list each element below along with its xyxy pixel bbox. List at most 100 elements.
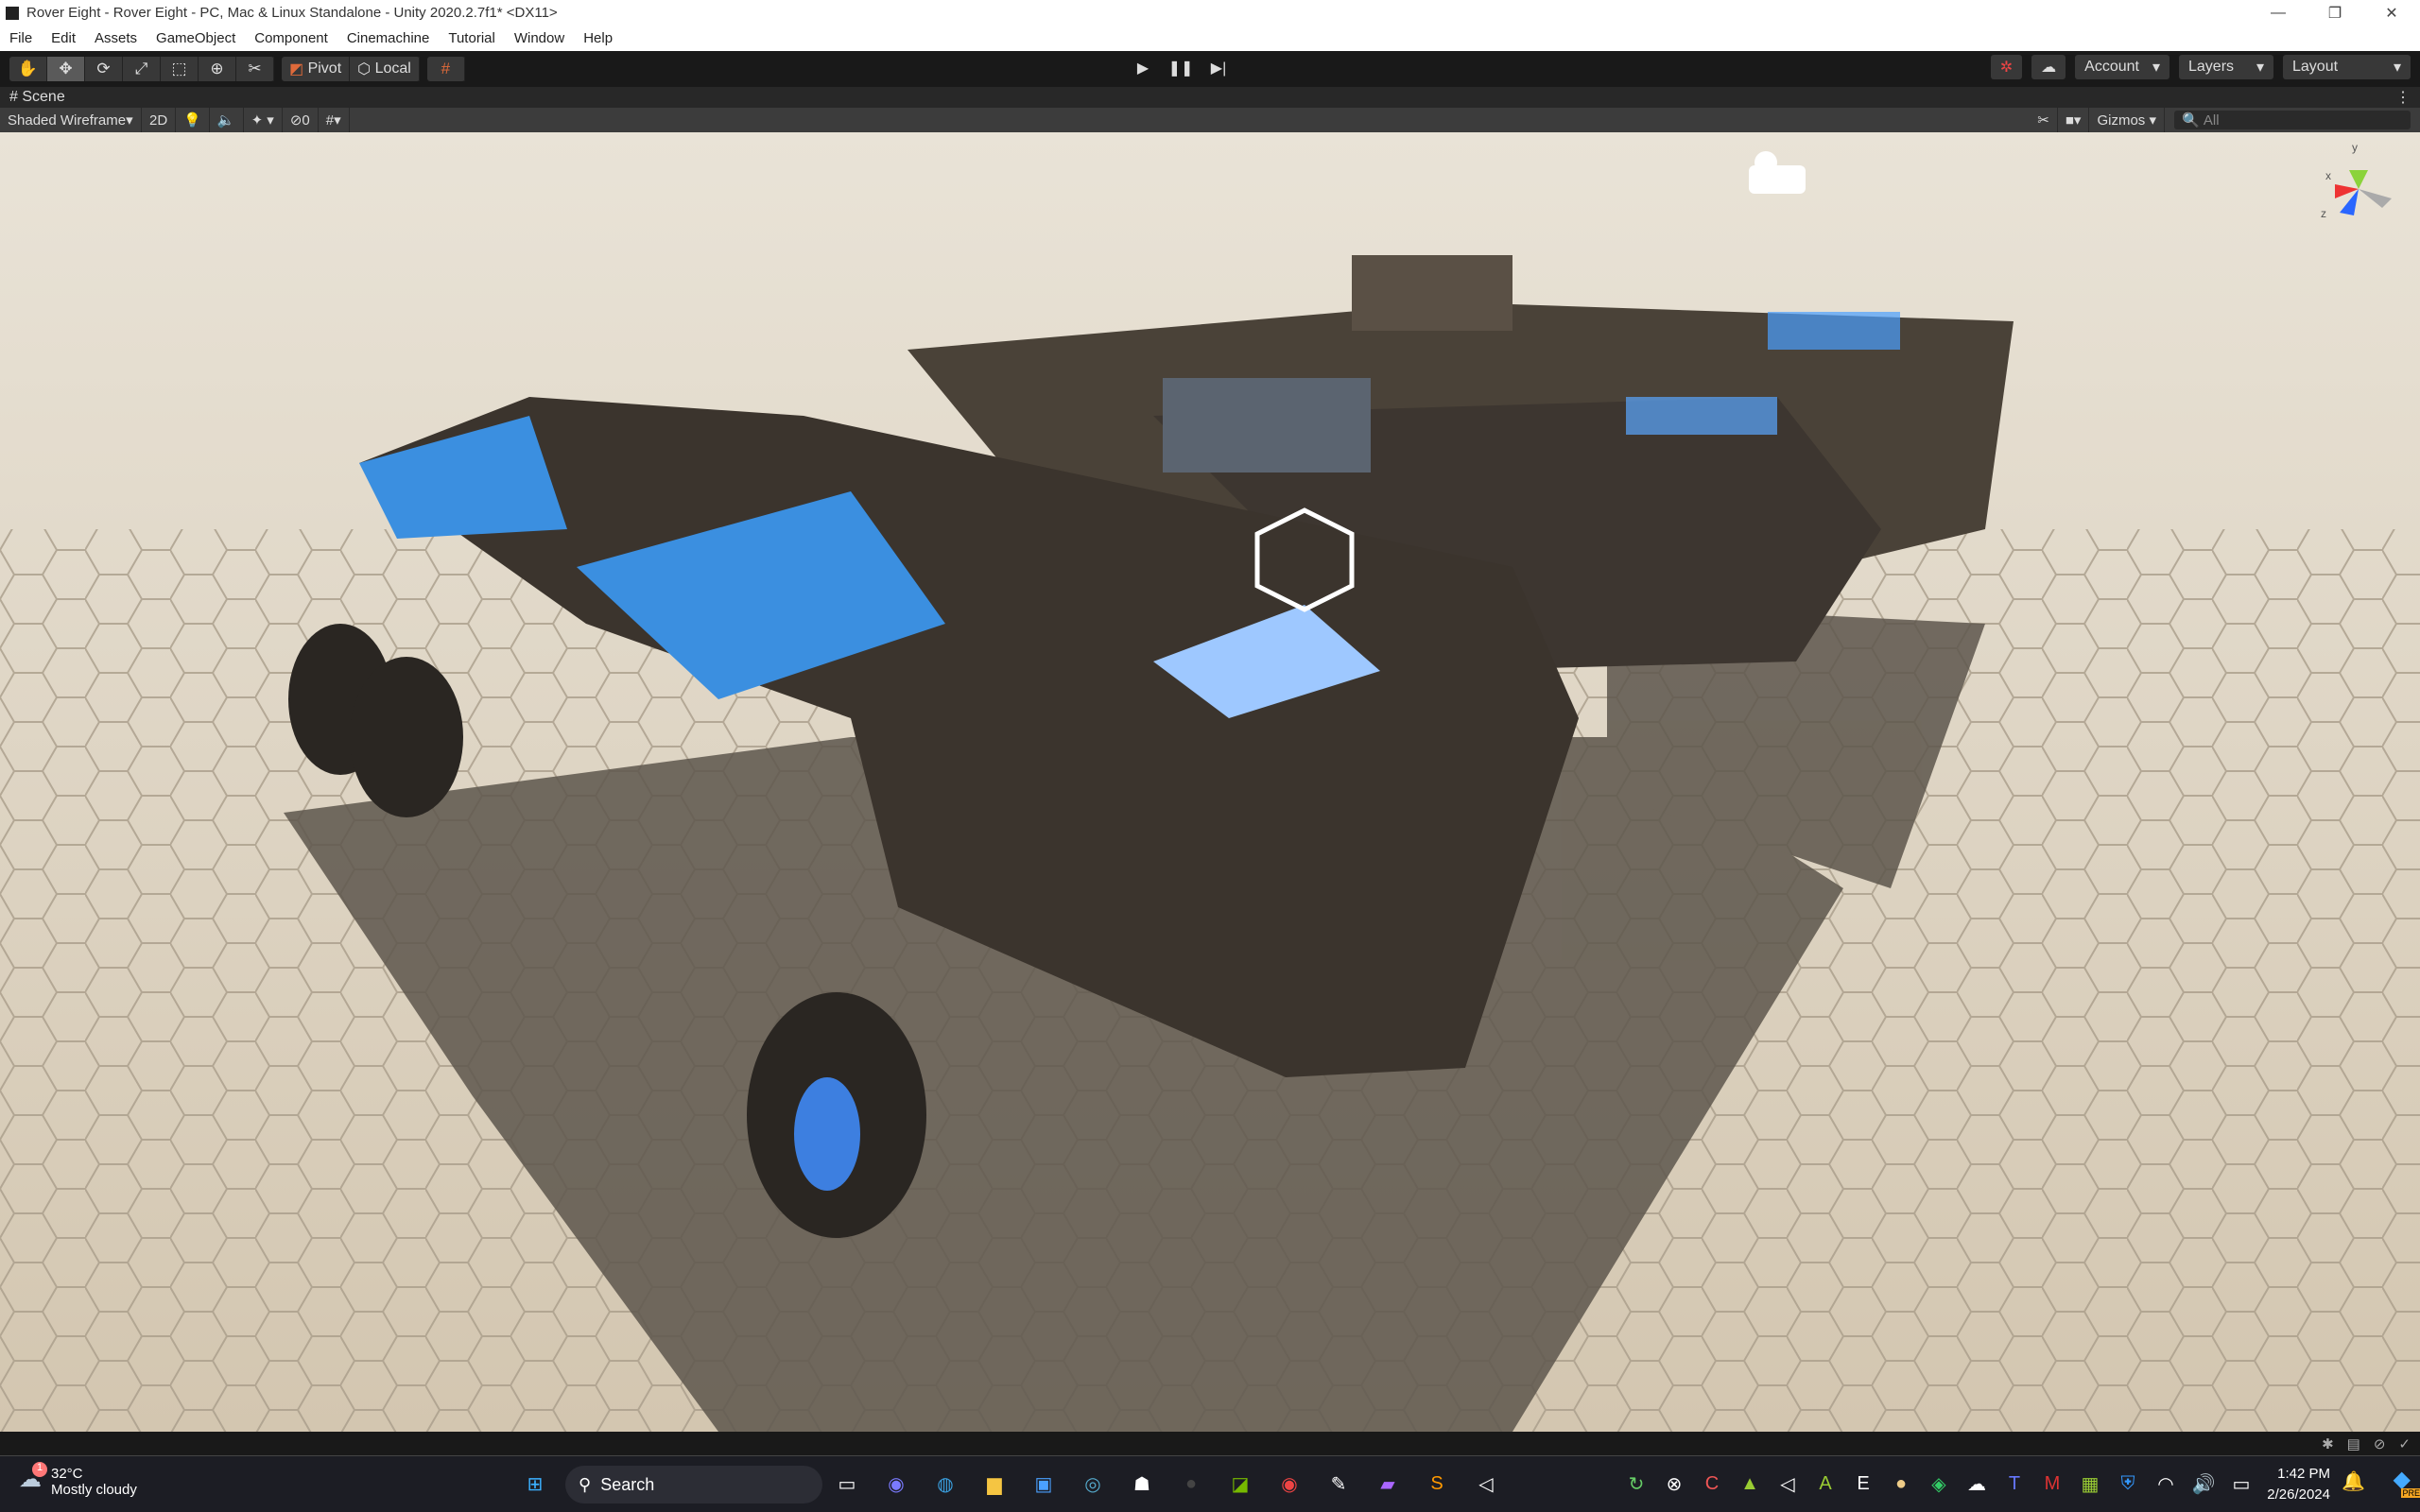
battery-icon[interactable]: ▭ (2226, 1468, 2256, 1500)
app-icon[interactable]: ● (1176, 1468, 1206, 1500)
hand-tool-icon[interactable]: ✋ (9, 57, 47, 81)
effects-dropdown-icon[interactable]: ✦ ▾ (244, 108, 283, 132)
file-explorer-icon[interactable]: ▆ (979, 1468, 1010, 1500)
audio-toggle-icon[interactable]: 🔈 (210, 108, 244, 132)
weather-tray-icon[interactable]: ● (1886, 1468, 1916, 1500)
monitor-app-icon[interactable]: ▦ (2075, 1468, 2105, 1500)
draw-mode-label: Shaded Wireframe (8, 112, 127, 129)
bug-icon[interactable]: ✱ (2322, 1435, 2334, 1452)
account-dropdown[interactable]: Account ▾ (2075, 55, 2169, 79)
close-button[interactable]: ✕ (2363, 0, 2420, 26)
rotate-tool-icon[interactable]: ⟳ (85, 57, 123, 81)
earth-app-icon[interactable]: ◎ (1078, 1468, 1108, 1500)
menu-assets[interactable]: Assets (85, 30, 147, 46)
pivot-icon: ◩ (289, 61, 304, 77)
notification-bell-icon[interactable]: 🔔 (2342, 1469, 2365, 1493)
menu-cinemachine[interactable]: Cinemachine (337, 30, 440, 46)
menu-file[interactable]: File (0, 30, 42, 46)
cloud-button[interactable]: ☁ (2031, 55, 2066, 79)
play-button[interactable]: ▶ (1125, 55, 1161, 81)
onedrive-icon[interactable]: ☁ (1962, 1468, 1992, 1500)
menu-help[interactable]: Help (574, 30, 622, 46)
nvidia-icon[interactable]: ◪ (1225, 1468, 1255, 1500)
local-label: Local (374, 60, 411, 77)
ccleaner-icon[interactable]: C (1697, 1468, 1727, 1500)
pivot-label: Pivot (307, 60, 342, 77)
axis-y-label: y (2352, 141, 2358, 154)
lighting-toggle-icon[interactable]: 💡 (176, 108, 210, 132)
window-title: Rover Eight - Rover Eight - PC, Mac & Li… (26, 5, 558, 21)
scene-toolbar: Shaded Wireframe ▾ 2D 💡 🔈 ✦ ▾ ⊘ 0 #▾ ✂ ■▾ … (0, 108, 2420, 132)
grid-snap-dropdown-icon[interactable]: #▾ (319, 108, 350, 132)
chrome-icon[interactable]: ◉ (1274, 1468, 1305, 1500)
teams-chat-icon[interactable]: ◉ (881, 1468, 911, 1500)
vpn-icon[interactable]: ◈ (1924, 1468, 1954, 1500)
epic-games-icon[interactable]: E (1848, 1468, 1878, 1500)
menu-window[interactable]: Window (505, 30, 574, 46)
scene-search-input[interactable]: 🔍 All (2174, 111, 2411, 129)
layers-dropdown[interactable]: Layers ▾ (2179, 55, 2273, 79)
move-tool-icon[interactable]: ✥ (47, 57, 85, 81)
menu-gameobject[interactable]: GameObject (147, 30, 245, 46)
weather-condition: Mostly cloudy (51, 1482, 137, 1498)
scene-viewport[interactable]: y x z (0, 132, 2420, 1432)
camera-dropdown-icon[interactable]: ■▾ (2058, 108, 2090, 132)
windows-start-icon[interactable]: ⊞ (520, 1468, 550, 1500)
unity-hub-icon[interactable]: ◁ (1772, 1468, 1803, 1500)
chevron-down-icon: ▾ (2256, 60, 2264, 76)
weather-widget[interactable]: ☁ 1 32°C Mostly cloudy (19, 1462, 137, 1498)
ea-icon[interactable]: A (1810, 1468, 1841, 1500)
restore-button[interactable]: ❐ (2307, 0, 2363, 26)
auto-generate-icon[interactable]: ⊘ (2374, 1435, 2386, 1452)
pause-button[interactable]: ❚❚ (1163, 55, 1199, 81)
clipchamp-icon[interactable]: ▰ (1373, 1468, 1403, 1500)
task-view-icon[interactable]: ▭ (832, 1468, 862, 1500)
transform-tool-icon[interactable]: ⊕ (199, 57, 236, 81)
scene-tab[interactable]: # Scene (9, 89, 65, 106)
custom-tool-icon[interactable]: ✂ (236, 57, 274, 81)
xbox-icon[interactable]: ⊗ (1659, 1468, 1689, 1500)
warning-app-icon[interactable]: ▲ (1735, 1468, 1765, 1500)
sublime-icon[interactable]: S (1422, 1468, 1452, 1500)
wifi-icon[interactable]: ◠ (2151, 1468, 2181, 1500)
volume-icon[interactable]: 🔊 (2188, 1468, 2219, 1500)
teams-icon[interactable]: T (1999, 1468, 2030, 1500)
snap-grid-icon[interactable]: # (427, 57, 465, 81)
clock[interactable]: 1:42 PM 2/26/2024 (2267, 1464, 2330, 1505)
gizmos-dropdown[interactable]: Gizmos ▾ (2089, 108, 2165, 132)
edge-icon[interactable]: ◍ (930, 1468, 960, 1500)
more-options-icon[interactable]: ⋮ (2395, 88, 2411, 107)
mcafee-icon[interactable]: M (2037, 1468, 2067, 1500)
pivot-toggle[interactable]: ◩ Pivot (282, 57, 351, 81)
unity-taskbar-icon[interactable]: ◁ (1471, 1468, 1501, 1500)
axis-x-label: x (2325, 169, 2331, 182)
hidden-count: 0 (302, 112, 310, 129)
taskbar-search[interactable]: ⚲ Search (565, 1466, 822, 1503)
hidden-objects-toggle[interactable]: ⊘ 0 (283, 108, 319, 132)
system-tray: ↻ ⊗ C ▲ ◁ A E ● ◈ ☁ T M ▦ ⛨ ◠ 🔊 ▭ (1621, 1468, 2256, 1500)
store-icon[interactable]: ▣ (1028, 1468, 1059, 1500)
collab-button[interactable]: ✲ (1990, 55, 2023, 79)
rect-tool-icon[interactable]: ⬚ (161, 57, 199, 81)
cache-icon[interactable]: ▤ (2347, 1435, 2360, 1452)
time: 1:42 PM (2277, 1466, 2330, 1482)
minimize-button[interactable]: — (2250, 0, 2307, 26)
check-icon[interactable]: ✓ (2398, 1435, 2411, 1452)
menu-tutorial[interactable]: Tutorial (439, 30, 504, 46)
sync-icon[interactable]: ↻ (1621, 1468, 1651, 1500)
layout-dropdown[interactable]: Layout ▾ (2283, 55, 2411, 79)
tools-icon[interactable]: ✂ (2030, 108, 2058, 132)
draw-mode-dropdown[interactable]: Shaded Wireframe ▾ (0, 108, 142, 132)
2d-toggle[interactable]: 2D (142, 108, 177, 132)
local-toggle[interactable]: ⬡ Local (350, 57, 420, 81)
menu-edit[interactable]: Edit (42, 30, 85, 46)
scale-tool-icon[interactable]: ⤢ (123, 57, 161, 81)
layout-label: Layout (2292, 59, 2339, 75)
snipping-tool-icon[interactable]: ✎ (1323, 1468, 1354, 1500)
alienware-icon[interactable]: ☗ (1127, 1468, 1157, 1500)
eye-slash-icon: ⊘ (289, 112, 302, 129)
menu-component[interactable]: Component (245, 30, 337, 46)
defender-icon[interactable]: ⛨ (2113, 1468, 2143, 1500)
copilot-icon[interactable]: ◆ PRE (2394, 1466, 2420, 1498)
step-button[interactable]: ▶| (1201, 55, 1236, 81)
